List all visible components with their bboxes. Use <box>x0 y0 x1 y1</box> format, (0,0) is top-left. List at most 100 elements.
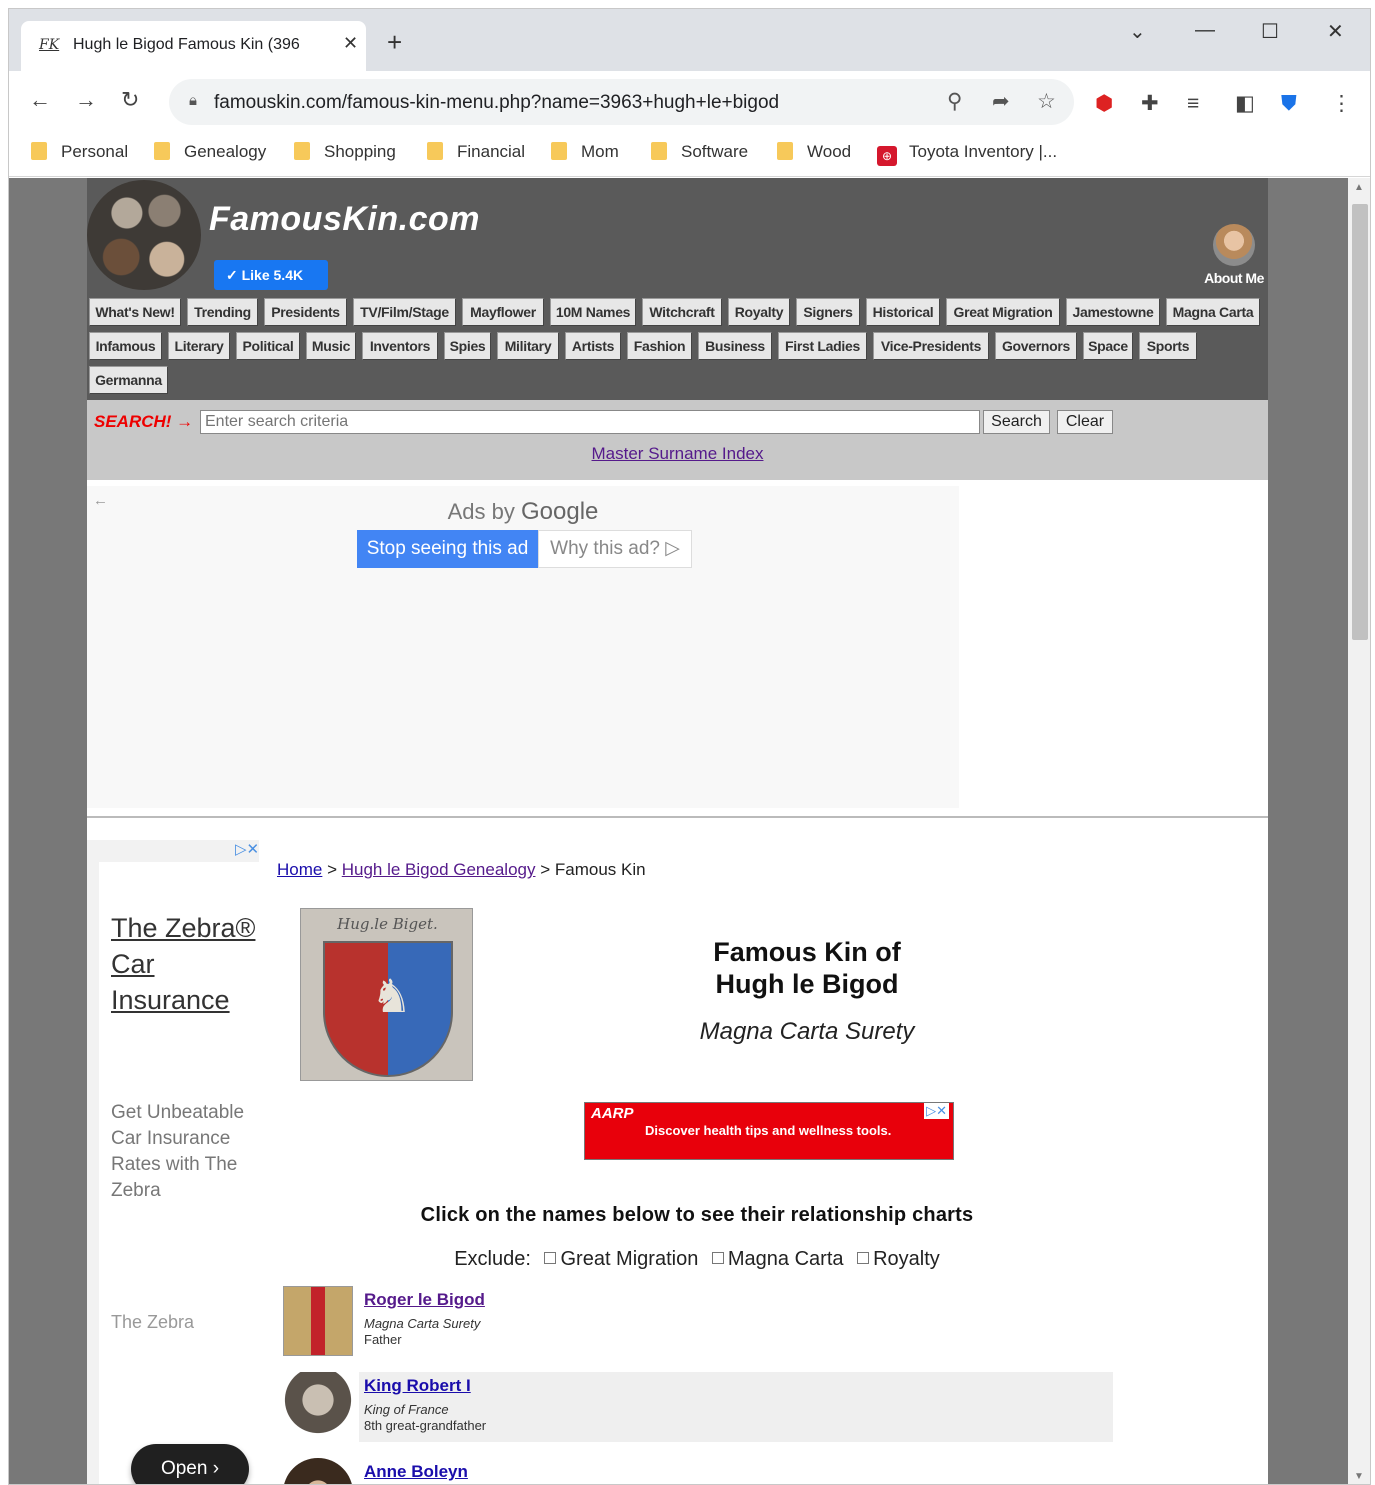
menu-item[interactable]: TV/Film/Stage <box>353 298 456 326</box>
menu-item[interactable]: Governors <box>995 332 1077 360</box>
menu-dots-icon[interactable]: ⋮ <box>1331 93 1352 115</box>
site-logo-text[interactable]: FamousKin.com <box>209 200 480 239</box>
aarp-banner-ad[interactable]: AARP Discover health tips and wellness t… <box>584 1102 954 1160</box>
bookmark-genealogy[interactable]: Genealogy <box>154 142 266 164</box>
menu-item[interactable]: Mayflower <box>462 298 544 326</box>
scroll-down-icon[interactable]: ▼ <box>1354 1471 1364 1482</box>
exclude-filters: Exclude: Great Migration Magna Carta Roy… <box>454 1248 940 1270</box>
adchoices-close-icon[interactable]: ▷✕ <box>924 1103 949 1119</box>
menu-item[interactable]: Music <box>306 332 356 360</box>
kin-name-link[interactable]: Roger le Bigod <box>364 1290 485 1310</box>
bookmark-financial[interactable]: Financial <box>427 142 525 164</box>
why-this-ad-button[interactable]: Why this ad? ▷ <box>538 530 692 568</box>
ublock-extension-icon[interactable]: ⬢ <box>1095 93 1113 115</box>
menu-item[interactable]: Vice-Presidents <box>873 332 989 360</box>
menu-item[interactable]: Space <box>1083 332 1133 360</box>
menu-item[interactable]: Literary <box>168 332 230 360</box>
menu-item[interactable]: Business <box>698 332 772 360</box>
kin-name-link[interactable]: King Robert I <box>364 1376 471 1396</box>
menu-item[interactable]: Jamestowne <box>1066 298 1160 326</box>
exclude-great-migration-checkbox[interactable] <box>544 1252 557 1264</box>
kin-portrait[interactable] <box>283 1372 353 1442</box>
famous-faces-logo[interactable] <box>87 180 201 290</box>
menu-item[interactable]: Witchcraft <box>642 298 722 326</box>
reading-list-icon[interactable]: ≡ <box>1187 93 1199 115</box>
bookmarks-bar: Personal Genealogy Shopping Financial Mo… <box>9 131 1370 177</box>
menu-item[interactable]: 10M Names <box>550 298 636 326</box>
menu-item[interactable]: First Ladies <box>778 332 867 360</box>
maximize-icon[interactable]: ☐ <box>1261 19 1279 44</box>
kin-portrait[interactable] <box>283 1458 353 1484</box>
minimize-icon[interactable]: — <box>1195 19 1215 42</box>
extensions-puzzle-icon[interactable]: ✚ <box>1141 93 1159 115</box>
google-ad-box: ← Ads by Google Stop seeing this ad Why … <box>87 486 959 808</box>
active-tab[interactable]: FK Hugh le Bigod Famous Kin (396 ✕ <box>21 21 366 71</box>
adchoices-close-icon[interactable]: ▷✕ <box>235 840 259 858</box>
kin-portrait[interactable] <box>283 1286 353 1356</box>
search-button[interactable]: Search <box>983 410 1050 434</box>
url-text[interactable]: famouskin.com/famous-kin-menu.php?name=3… <box>214 92 779 114</box>
bookmark-software[interactable]: Software <box>651 142 748 164</box>
site-search-input[interactable] <box>200 410 980 434</box>
about-me-link[interactable]: About Me <box>1199 224 1269 286</box>
lock-icon[interactable]: 🔒︎ <box>189 92 197 109</box>
menu-item[interactable]: Infamous <box>89 332 162 360</box>
menu-item[interactable]: Artists <box>565 332 621 360</box>
menu-item[interactable]: Magna Carta <box>1166 298 1260 326</box>
close-window-icon[interactable]: ✕ <box>1327 19 1344 44</box>
bookmark-shopping[interactable]: Shopping <box>294 142 396 164</box>
menu-item[interactable]: Signers <box>796 298 860 326</box>
scrollbar-thumb[interactable] <box>1352 204 1368 640</box>
menu-item[interactable]: Political <box>236 332 300 360</box>
back-icon[interactable]: ← <box>29 88 51 112</box>
exclude-magna-carta-checkbox[interactable] <box>711 1252 724 1264</box>
menu-item[interactable]: Fashion <box>627 332 692 360</box>
bookmark-star-icon[interactable]: ☆ <box>1037 89 1056 114</box>
menu-item[interactable]: Inventors <box>362 332 438 360</box>
kin-title: King of France <box>364 1402 449 1417</box>
exclude-royalty-checkbox[interactable] <box>857 1252 870 1264</box>
menu-item[interactable]: Sports <box>1139 332 1197 360</box>
kin-name-link[interactable]: Anne Boleyn <box>364 1462 468 1482</box>
zebra-ad-title[interactable]: The Zebra® Car Insurance <box>111 910 261 1018</box>
menu-item[interactable]: Spies <box>444 332 491 360</box>
clear-button[interactable]: Clear <box>1057 410 1113 434</box>
bookmark-wood[interactable]: Wood <box>777 142 851 164</box>
breadcrumb-home-link[interactable]: Home <box>277 860 322 879</box>
menu-item[interactable]: Presidents <box>264 298 347 326</box>
side-panel-icon[interactable]: ◧ <box>1235 93 1255 115</box>
new-tab-icon[interactable]: + <box>387 29 402 55</box>
lion-icon: ♞ <box>371 970 413 1022</box>
menu-item[interactable]: Military <box>497 332 559 360</box>
forward-icon[interactable]: → <box>75 88 97 112</box>
address-bar[interactable]: 🔒︎ famouskin.com/famous-kin-menu.php?nam… <box>169 79 1074 125</box>
menu-item[interactable]: Germanna <box>89 366 168 394</box>
tab-close-icon[interactable]: ✕ <box>343 33 358 54</box>
breadcrumb: Home > Hugh le Bigod Genealogy > Famous … <box>277 860 646 879</box>
zebra-ad-body: Get Unbeatable Car Insurance Rates with … <box>111 1102 245 1201</box>
famouskin-favicon-icon: FK <box>39 37 60 53</box>
stop-seeing-ad-button[interactable]: Stop seeing this ad <box>357 530 538 568</box>
menu-item[interactable]: Trending <box>187 298 258 326</box>
menu-item[interactable]: Royalty <box>728 298 790 326</box>
share-icon[interactable]: ➦ <box>992 89 1010 114</box>
master-surname-index-link[interactable]: Master Surname Index <box>87 444 1268 464</box>
open-ad-button[interactable]: Open › <box>131 1444 249 1484</box>
zoom-icon[interactable]: ⚲ <box>947 89 962 114</box>
facebook-like-button[interactable]: ✓ Like 5.4K <box>214 260 328 290</box>
reload-icon[interactable]: ↻ <box>121 88 139 112</box>
menu-item[interactable]: Historical <box>866 298 940 326</box>
menu-item[interactable]: What's New! <box>89 298 181 326</box>
zebra-ad[interactable]: The Zebra® Car Insurance Get Unbeatable … <box>99 862 261 1484</box>
scroll-up-icon[interactable]: ▲ <box>1354 182 1364 193</box>
bookmark-personal[interactable]: Personal <box>31 142 128 164</box>
tab-search-chevron-icon[interactable]: ⌄ <box>1129 19 1146 44</box>
breadcrumb-genealogy-link[interactable]: Hugh le Bigod Genealogy <box>342 860 536 879</box>
bookmark-toyota[interactable]: ⊕ Toyota Inventory |... <box>877 142 1057 166</box>
menu-item[interactable]: Great Migration <box>946 298 1060 326</box>
aarp-logo: AARP <box>591 1105 634 1122</box>
relationship-chart-note: Click on the names below to see their re… <box>420 1204 974 1226</box>
page-scrollbar[interactable]: ▲ ▼ <box>1348 178 1370 1484</box>
bookmark-mom[interactable]: Mom <box>551 142 619 164</box>
shield-extension-icon[interactable]: ⛊ <box>1281 93 1297 115</box>
